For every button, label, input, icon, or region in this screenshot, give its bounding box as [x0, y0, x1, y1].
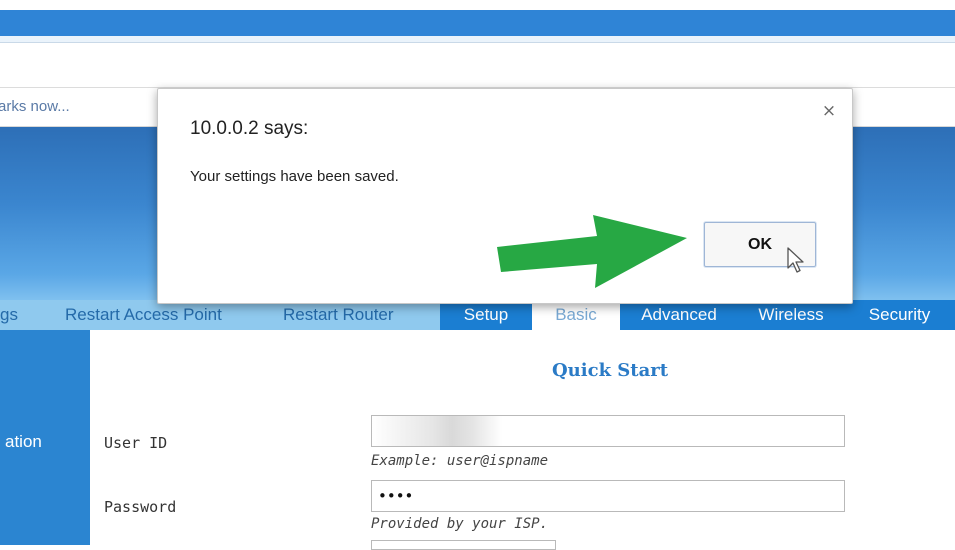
tab-security[interactable]: Security [844, 300, 955, 330]
tab-wireless[interactable]: Wireless [738, 300, 844, 330]
address-bar-area[interactable] [0, 43, 955, 88]
page-title: Quick Start [552, 360, 669, 381]
browser-tab-strip [0, 36, 955, 43]
password-input[interactable] [371, 480, 845, 512]
user-id-hint: Example: user@ispname [371, 453, 549, 469]
green-arrow-shape [497, 215, 687, 288]
mouse-cursor-icon [787, 247, 804, 273]
dialog-message: Your settings have been saved. [190, 168, 399, 185]
browser-title-bar [0, 10, 955, 36]
dialog-title: 10.0.0.2 says: [190, 118, 309, 139]
window-top-edge [0, 0, 955, 10]
user-id-label: User ID [104, 434, 168, 452]
nav-item-partial[interactable]: gs [0, 300, 18, 330]
tab-basic[interactable]: Basic [532, 300, 620, 330]
user-id-input[interactable] [371, 415, 845, 447]
sidebar-item-label[interactable]: ation [5, 432, 42, 452]
next-input-field[interactable] [371, 540, 556, 550]
close-icon[interactable]: × [819, 101, 839, 121]
cursor-shape [787, 247, 804, 273]
tab-setup[interactable]: Setup [440, 300, 532, 330]
arrow-right-icon [497, 215, 687, 288]
password-label: Password [104, 498, 177, 516]
password-hint: Provided by your ISP. [371, 516, 549, 532]
nav-item-restart-router[interactable]: Restart Router [283, 300, 394, 330]
nav-item-restart-access-point[interactable]: Restart Access Point [65, 300, 222, 330]
tab-advanced[interactable]: Advanced [620, 300, 738, 330]
bookmarks-link[interactable]: arks now... [0, 98, 70, 115]
